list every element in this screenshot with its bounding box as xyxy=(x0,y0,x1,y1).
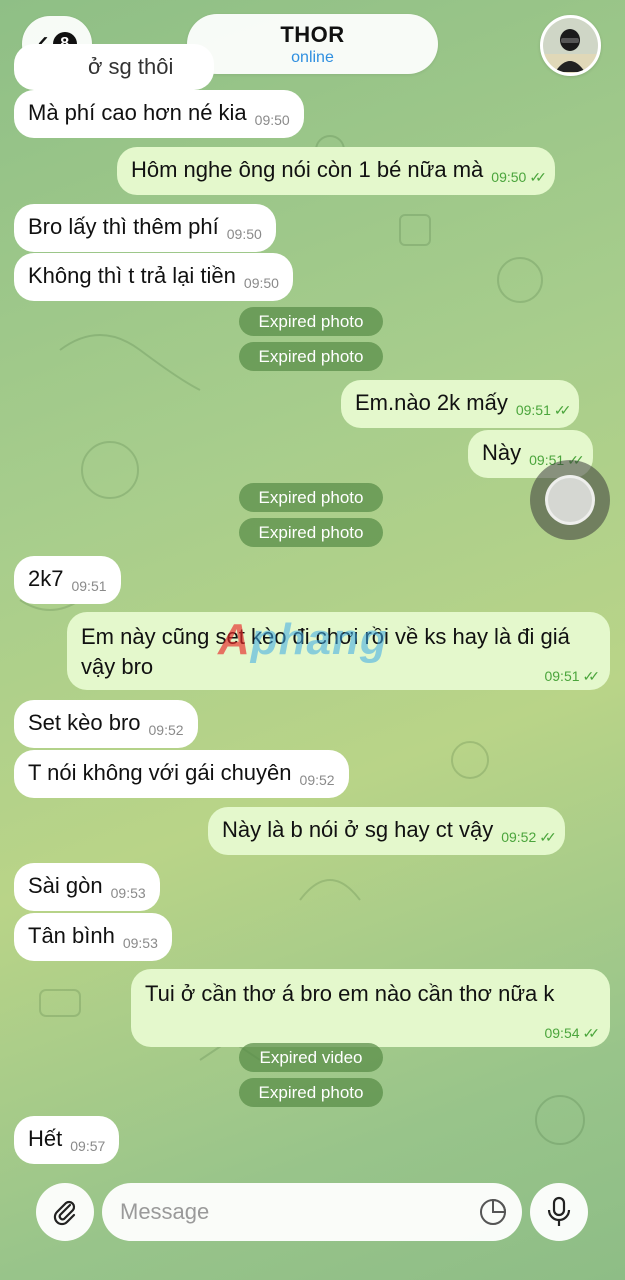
message-bubble-outgoing[interactable]: Tui ở cần thơ á bro em nào cần thơ nữa k… xyxy=(131,969,610,1047)
message-bubble-incoming[interactable]: Set kèo bro 09:52 xyxy=(14,700,198,748)
message-bubble-outgoing[interactable]: Hôm nghe ông nói còn 1 bé nữa mà 09:50 ✓✓ xyxy=(117,147,555,195)
service-expired-photo[interactable]: Expired photo xyxy=(239,483,383,512)
attach-button[interactable] xyxy=(36,1183,94,1241)
avatar[interactable] xyxy=(540,15,601,76)
read-checkmarks-icon: ✓✓ xyxy=(529,169,547,185)
microphone-icon xyxy=(547,1196,571,1226)
message-text: Set kèo bro xyxy=(28,710,141,735)
message-bubble-incoming[interactable]: Tân bình 09:53 xyxy=(14,913,172,961)
message-time: 09:50 xyxy=(243,275,279,291)
message-time: 09:52 xyxy=(501,829,537,845)
read-checkmarks-icon: ✓✓ xyxy=(553,402,572,418)
message-time: 09:51 xyxy=(544,668,580,684)
message-text: T nói không với gái chuyên xyxy=(28,760,292,785)
sticker-icon[interactable] xyxy=(478,1197,508,1232)
message-input[interactable] xyxy=(102,1183,522,1241)
message-bubble-incoming[interactable]: Bro lấy thì thêm phí 09:50 xyxy=(14,204,276,252)
message-bubble-partial[interactable]: ở sg thôi xyxy=(14,44,214,90)
read-checkmarks-icon: ✓✓ xyxy=(582,668,601,684)
message-text: Mà phí cao hơn né kia xyxy=(28,100,247,125)
message-text: Bro lấy thì thêm phí xyxy=(28,214,219,239)
message-bubble-incoming[interactable]: Không thì t trả lại tiền 09:50 xyxy=(14,253,293,301)
service-expired-photo[interactable]: Expired photo xyxy=(239,1078,383,1107)
message-time: 09:57 xyxy=(70,1138,106,1154)
message-time: 09:50 xyxy=(491,169,527,185)
message-time: 09:52 xyxy=(148,722,184,738)
message-text: Hết xyxy=(28,1126,63,1151)
message-text: Tân bình xyxy=(28,923,115,948)
message-text: Tui ở cần thơ á bro em nào cần thơ nữa k xyxy=(145,981,555,1006)
message-text: Này là b nói ở sg hay ct vậy xyxy=(222,817,494,842)
message-bubble-incoming[interactable]: Hết 09:57 xyxy=(14,1116,120,1164)
message-text: 2k7 xyxy=(28,566,64,591)
microphone-button[interactable] xyxy=(530,1183,588,1241)
message-bubble-outgoing[interactable]: Này là b nói ở sg hay ct vậy 09:52 ✓✓ xyxy=(208,807,565,855)
message-bubble-incoming[interactable]: Mà phí cao hơn né kia 09:50 xyxy=(14,90,304,138)
message-time: 09:51 xyxy=(515,402,551,418)
service-expired-photo[interactable]: Expired photo xyxy=(239,518,383,547)
service-expired-photo[interactable]: Expired photo xyxy=(239,342,383,371)
contact-status: online xyxy=(291,49,334,66)
chat-title[interactable]: THOR online xyxy=(187,14,438,74)
paperclip-icon xyxy=(53,1200,76,1226)
message-text: Không thì t trả lại tiền xyxy=(28,263,236,288)
message-time: 09:51 xyxy=(71,578,107,594)
read-checkmarks-icon: ✓✓ xyxy=(582,1025,601,1041)
message-bubble-incoming[interactable]: Sài gòn 09:53 xyxy=(14,863,160,911)
message-bubble-incoming[interactable]: T nói không với gái chuyên 09:52 xyxy=(14,750,349,798)
message-text: Sài gòn xyxy=(28,873,103,898)
message-text: Này xyxy=(482,440,522,465)
message-time: 09:52 xyxy=(299,772,335,788)
service-expired-video[interactable]: Expired video xyxy=(239,1043,383,1072)
scroll-handle[interactable] xyxy=(530,460,610,540)
message-time: 09:53 xyxy=(122,935,158,951)
service-expired-photo[interactable]: Expired photo xyxy=(239,307,383,336)
message-text: ở sg thôi xyxy=(88,54,174,79)
watermark-logo: Aphang xyxy=(218,615,388,664)
message-text: Hôm nghe ông nói còn 1 bé nữa mà xyxy=(131,157,484,182)
message-time: 09:50 xyxy=(254,112,290,128)
message-time: 09:54 xyxy=(544,1025,580,1041)
message-text: Em.nào 2k mấy xyxy=(355,390,508,415)
message-time: 09:50 xyxy=(226,226,262,242)
message-time: 09:53 xyxy=(110,885,146,901)
rider-helmet-icon xyxy=(543,18,598,73)
contact-name: THOR xyxy=(280,22,345,47)
message-bubble-incoming[interactable]: 2k7 09:51 xyxy=(14,556,121,604)
message-bubble-outgoing[interactable]: Em.nào 2k mấy 09:51 ✓✓ xyxy=(341,380,580,428)
read-checkmarks-icon: ✓✓ xyxy=(539,829,557,845)
